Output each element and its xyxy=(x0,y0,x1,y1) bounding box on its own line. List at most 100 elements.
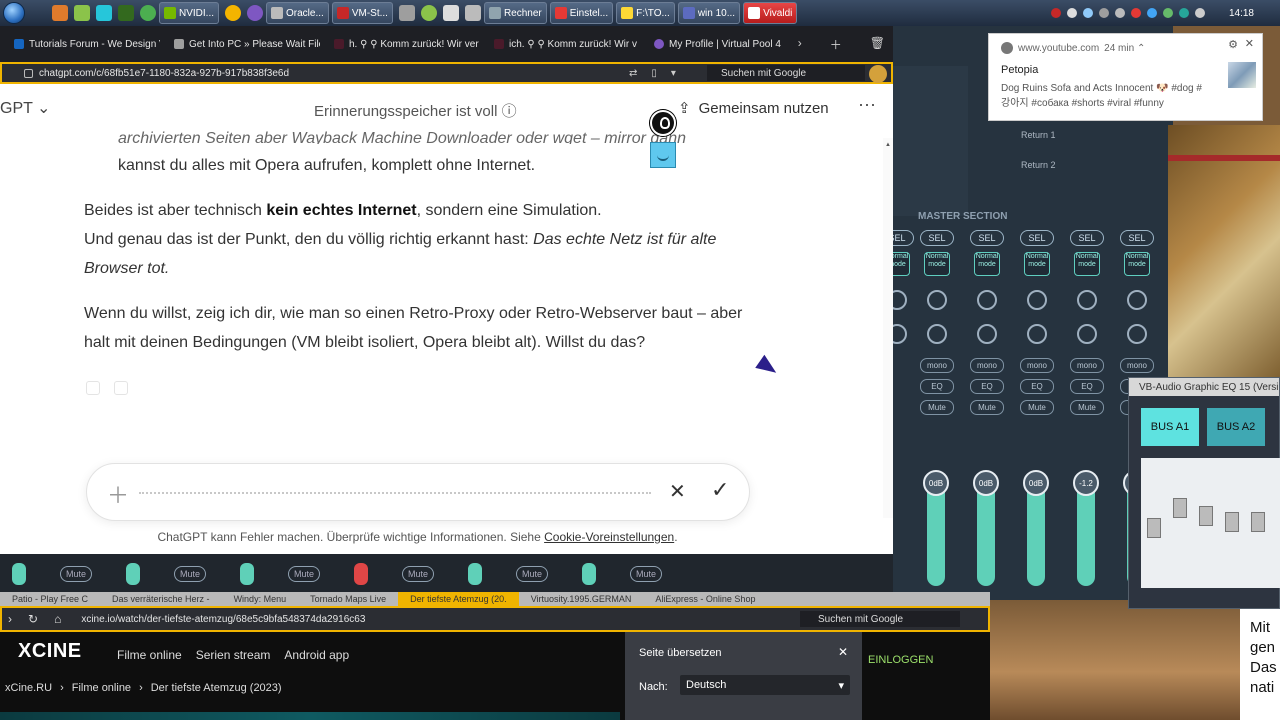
sel-button[interactable]: SEL xyxy=(1020,230,1054,246)
tray-icon[interactable] xyxy=(1130,8,1141,18)
app-icon[interactable] xyxy=(74,5,90,21)
tray-icon[interactable] xyxy=(1050,8,1061,18)
app-icon[interactable] xyxy=(464,5,481,21)
account-icon[interactable] xyxy=(869,65,887,83)
bus-a2-button[interactable]: BUS A2 xyxy=(1207,408,1265,446)
eq-slider[interactable] xyxy=(1251,512,1265,532)
mute-button[interactable]: Mute xyxy=(1070,400,1104,415)
eq-slider[interactable] xyxy=(1173,498,1187,518)
chrome-icon[interactable] xyxy=(140,5,156,21)
sel-button[interactable]: SEL xyxy=(920,230,954,246)
taskbar-button[interactable]: Rechner xyxy=(483,2,547,24)
tray-icon[interactable] xyxy=(1066,8,1077,18)
taskbar-button[interactable]: NVIDI... xyxy=(159,2,220,24)
knob[interactable] xyxy=(927,290,947,310)
fader-gain[interactable] xyxy=(126,563,140,585)
eq-button[interactable]: EQ xyxy=(920,379,954,394)
mono-button[interactable]: mono xyxy=(1070,358,1104,373)
fader-gain[interactable] xyxy=(582,563,596,585)
reload-icon[interactable]: ↻ xyxy=(28,612,38,626)
fader-gain[interactable]: 0dB xyxy=(973,470,999,586)
knob[interactable] xyxy=(1077,290,1097,310)
more-options-button[interactable]: ··· xyxy=(858,94,876,115)
tray-icon[interactable] xyxy=(1162,8,1173,18)
knob[interactable] xyxy=(1127,290,1147,310)
eq-slider[interactable] xyxy=(1225,512,1239,532)
mute-button[interactable]: Mute xyxy=(630,566,662,582)
new-tab-icon[interactable]: ＋ xyxy=(830,36,842,53)
normal-mode-button[interactable]: Normal mode xyxy=(1024,252,1050,276)
tray-icon[interactable] xyxy=(1082,8,1093,18)
smiley-icon[interactable] xyxy=(650,142,676,168)
clock[interactable]: 14:18 xyxy=(1229,8,1254,19)
knob[interactable] xyxy=(977,290,997,310)
browser-tab[interactable]: My Profile | Virtual Pool 4 xyxy=(640,26,789,62)
mute-button[interactable]: Mute xyxy=(920,400,954,415)
forward-icon[interactable]: › xyxy=(8,612,12,626)
address-bar[interactable]: chatgpt.com/c/68fb51e7-1180-832a-927b-91… xyxy=(0,62,893,84)
youtube-notification[interactable]: www.youtube.com 24 min ⌃ ⚙ ✕ Petopia Dog … xyxy=(988,33,1263,121)
normal-mode-button[interactable]: Normal mode xyxy=(1074,252,1100,276)
model-selector[interactable]: GPT ⌄ xyxy=(0,98,50,118)
browser-tab[interactable]: ich. ⚲ ⚲ Komm zurück! Wir v xyxy=(480,26,640,62)
search-input[interactable]: Suchen mit Google xyxy=(800,611,960,627)
eq-button[interactable]: EQ xyxy=(1020,379,1054,394)
confirm-button[interactable]: ✓ xyxy=(711,477,729,503)
fader-gain[interactable]: 0dB xyxy=(1023,470,1049,586)
nav-link[interactable]: Serien stream xyxy=(196,648,271,662)
sel-button[interactable]: SEL xyxy=(1120,230,1154,246)
mono-button[interactable]: mono xyxy=(1120,358,1154,373)
lightbulb-icon[interactable] xyxy=(650,110,676,136)
eq-slider[interactable] xyxy=(1147,518,1161,538)
start-button[interactable] xyxy=(0,0,28,26)
browser-tab[interactable]: h. ⚲ ⚲ Komm zurück! Wir ver xyxy=(320,26,480,62)
close-icon[interactable]: ✕ xyxy=(838,645,848,659)
chat-composer[interactable]: ＋ ✕ ✓ xyxy=(86,463,750,521)
app-icon[interactable] xyxy=(420,5,437,21)
eq-slider[interactable] xyxy=(1199,506,1213,526)
chevron-down-icon[interactable]: ▾ xyxy=(671,68,676,79)
mute-button[interactable]: Mute xyxy=(402,566,434,582)
taskbar-button[interactable]: Vivaldi xyxy=(743,2,798,24)
gear-icon[interactable]: ⚙ xyxy=(1228,38,1238,51)
normal-mode-button[interactable]: Normal mode xyxy=(1124,252,1150,276)
bus-a1-button[interactable]: BUS A1 xyxy=(1141,408,1199,446)
trash-icon[interactable]: 🗑 xyxy=(870,36,885,53)
browser-tab[interactable]: Das verräterische Herz - xyxy=(100,594,222,604)
mute-button[interactable]: Mute xyxy=(516,566,548,582)
knob[interactable] xyxy=(1027,324,1047,344)
fader-gain[interactable]: 0dB xyxy=(923,470,949,586)
fader-gain[interactable] xyxy=(240,563,254,585)
knob[interactable] xyxy=(927,324,947,344)
login-button[interactable]: EINLOGGEN xyxy=(868,654,933,666)
copy-icon[interactable] xyxy=(86,381,100,395)
share-button[interactable]: ⇪ Gemeinsam nutzen xyxy=(678,99,829,118)
knob[interactable] xyxy=(1077,324,1097,344)
browser-tab[interactable]: Windy: Menu xyxy=(222,594,299,604)
tray-icon[interactable] xyxy=(1098,8,1109,18)
cookie-settings-link[interactable]: Cookie-Voreinstellungen xyxy=(544,530,674,544)
app-icon[interactable] xyxy=(247,5,264,21)
mono-button[interactable]: mono xyxy=(970,358,1004,373)
app-icon[interactable] xyxy=(118,5,134,21)
mono-button[interactable]: mono xyxy=(1020,358,1054,373)
app-icon[interactable] xyxy=(96,5,112,21)
fader-gain[interactable] xyxy=(354,563,368,585)
fader-gain[interactable]: -1.2 xyxy=(1073,470,1099,586)
sel-button[interactable]: SEL xyxy=(970,230,1004,246)
mute-button[interactable]: Mute xyxy=(970,400,1004,415)
taskbar-button[interactable]: VM-St... xyxy=(331,2,393,24)
plus-icon[interactable]: ＋ xyxy=(107,478,129,510)
mono-button[interactable]: mono xyxy=(920,358,954,373)
scrollbar[interactable] xyxy=(883,138,893,518)
eq-button[interactable]: EQ xyxy=(970,379,1004,394)
browser-tab[interactable]: Tutorials Forum - We Design V xyxy=(0,26,160,62)
mute-button[interactable]: Mute xyxy=(1020,400,1054,415)
breadcrumb-item[interactable]: Filme online xyxy=(72,682,131,694)
taskbar-button[interactable]: F:\TO... xyxy=(616,2,675,24)
search-input[interactable]: Suchen mit Google xyxy=(707,65,865,81)
taskbar-button[interactable]: Oracle... xyxy=(266,2,329,24)
eq-button[interactable]: EQ xyxy=(1070,379,1104,394)
nav-link[interactable]: Android app xyxy=(284,648,349,662)
normal-mode-button[interactable]: Normal mode xyxy=(924,252,950,276)
